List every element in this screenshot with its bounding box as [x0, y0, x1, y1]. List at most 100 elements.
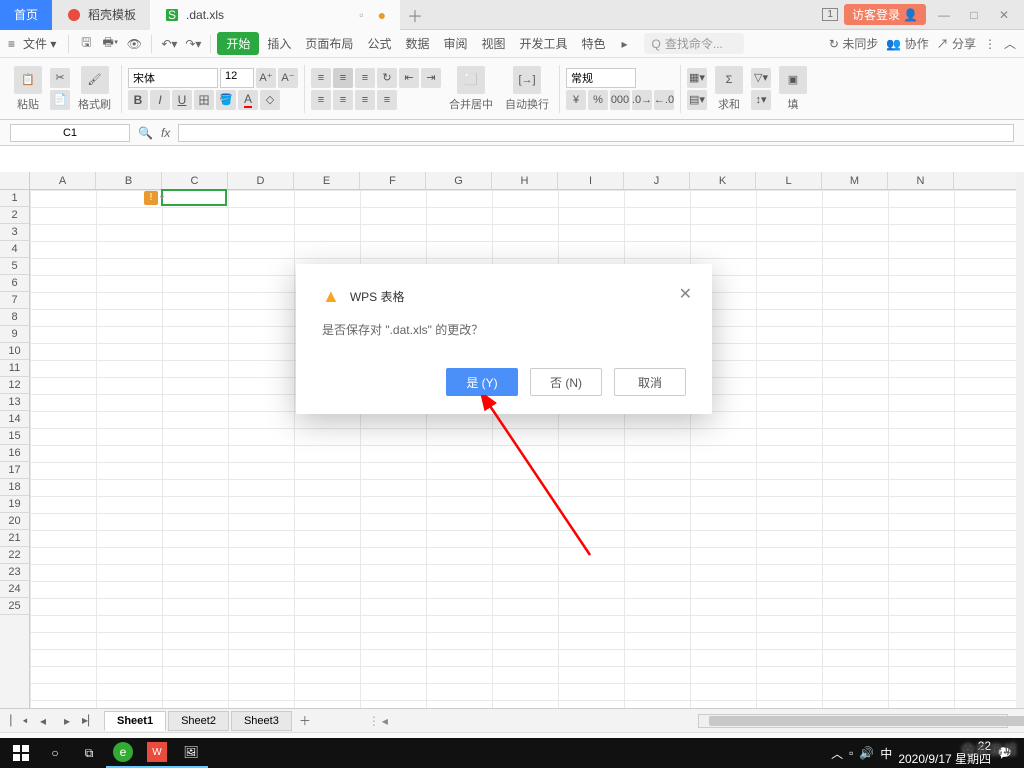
row-header-7[interactable]: 7: [0, 292, 29, 309]
name-box[interactable]: C1: [10, 124, 130, 142]
indent-left-icon[interactable]: ⇤: [399, 68, 419, 88]
clear-format-icon[interactable]: ◇: [260, 90, 280, 110]
paste-icon[interactable]: 📋: [14, 66, 42, 94]
menu-start[interactable]: 开始: [217, 32, 259, 55]
formula-input[interactable]: [178, 124, 1014, 142]
row-header-13[interactable]: 13: [0, 394, 29, 411]
menu-review[interactable]: 审阅: [437, 32, 473, 55]
size-select[interactable]: 12: [220, 68, 254, 88]
zoom-fx-icon[interactable]: 🔍: [138, 126, 153, 140]
unsync-button[interactable]: ↻ 未同步: [829, 35, 878, 52]
copy-icon[interactable]: 📄: [50, 90, 70, 110]
file-menu[interactable]: 文件 ▾: [17, 33, 62, 54]
row-header-24[interactable]: 24: [0, 581, 29, 598]
fill-icon[interactable]: ▣: [779, 66, 807, 94]
tab-add[interactable]: ＋: [400, 3, 430, 27]
fill-color-icon[interactable]: 🪣: [216, 90, 236, 110]
more-icon[interactable]: ▸: [614, 33, 636, 55]
first-sheet-icon[interactable]: ⎸◂: [8, 710, 30, 732]
cortana-icon[interactable]: ○: [38, 738, 72, 768]
row-header-10[interactable]: 10: [0, 343, 29, 360]
save-icon[interactable]: 🖫: [75, 33, 97, 55]
col-header-M[interactable]: M: [822, 172, 888, 189]
sheet-tab-3[interactable]: Sheet3: [231, 711, 292, 731]
col-header-G[interactable]: G: [426, 172, 492, 189]
orientation-icon[interactable]: ↻: [377, 68, 397, 88]
row-header-8[interactable]: 8: [0, 309, 29, 326]
bold-icon[interactable]: B: [128, 90, 148, 110]
row-header-12[interactable]: 12: [0, 377, 29, 394]
close-window-button[interactable]: ✕: [992, 3, 1016, 27]
currency-icon[interactable]: ¥: [566, 90, 586, 110]
select-all-corner[interactable]: [0, 172, 30, 190]
command-search[interactable]: Q查找命令...: [644, 33, 744, 54]
collapse-ribbon-icon[interactable]: ︿: [1004, 35, 1016, 52]
menu-formula[interactable]: 公式: [361, 32, 397, 55]
wps-taskbar-icon[interactable]: W: [140, 738, 174, 768]
horizontal-scrollbar[interactable]: [698, 714, 1008, 728]
col-header-L[interactable]: L: [756, 172, 822, 189]
sheet-tab-1[interactable]: Sheet1: [104, 711, 166, 731]
col-header-B[interactable]: B: [96, 172, 162, 189]
menu-icon[interactable]: ≡: [8, 37, 15, 51]
row-header-4[interactable]: 4: [0, 241, 29, 258]
menu-page[interactable]: 页面布局: [299, 32, 359, 55]
row-header-11[interactable]: 11: [0, 360, 29, 377]
minimize-button[interactable]: —: [932, 3, 956, 27]
menu-data[interactable]: 数据: [399, 32, 435, 55]
no-button[interactable]: 否 (N): [530, 368, 602, 396]
print-icon[interactable]: 🖶▾: [99, 33, 121, 55]
decrease-font-icon[interactable]: A⁻: [278, 68, 298, 88]
number-format-select[interactable]: 常规: [566, 68, 636, 88]
tab-template[interactable]: 稻壳模板: [52, 0, 150, 30]
next-sheet-icon[interactable]: ▸: [56, 710, 78, 732]
row-header-6[interactable]: 6: [0, 275, 29, 292]
col-header-F[interactable]: F: [360, 172, 426, 189]
percent-icon[interactable]: %: [588, 90, 608, 110]
prev-sheet-icon[interactable]: ◂: [32, 710, 54, 732]
more-menu-icon[interactable]: ⋮: [984, 37, 996, 51]
indent-right-icon[interactable]: ⇥: [421, 68, 441, 88]
italic-icon[interactable]: I: [150, 90, 170, 110]
collab-button[interactable]: 👥 协作: [886, 35, 928, 52]
menu-view[interactable]: 视图: [475, 32, 511, 55]
tray-expand-icon[interactable]: ︿: [831, 745, 843, 762]
login-button[interactable]: 访客登录 👤: [844, 4, 926, 25]
col-header-E[interactable]: E: [294, 172, 360, 189]
tab-home[interactable]: 首页: [0, 0, 52, 30]
row-header-5[interactable]: 5: [0, 258, 29, 275]
row-header-17[interactable]: 17: [0, 462, 29, 479]
ime-icon[interactable]: 中: [880, 745, 892, 762]
row-header-1[interactable]: 1: [0, 190, 29, 207]
volume-icon[interactable]: 🔊: [859, 746, 874, 760]
undo-icon[interactable]: ↶▾: [158, 33, 180, 55]
col-header-K[interactable]: K: [690, 172, 756, 189]
row-header-2[interactable]: 2: [0, 207, 29, 224]
col-header-D[interactable]: D: [228, 172, 294, 189]
active-cell[interactable]: [161, 189, 227, 206]
merge-icon[interactable]: ⬜: [457, 66, 485, 94]
redo-icon[interactable]: ↷▾: [182, 33, 204, 55]
window-indicator[interactable]: 1: [822, 8, 838, 21]
row-header-3[interactable]: 3: [0, 224, 29, 241]
col-header-C[interactable]: C: [162, 172, 228, 189]
last-sheet-icon[interactable]: ▸⎸: [80, 710, 102, 732]
cond-format-icon[interactable]: ▦▾: [687, 68, 707, 88]
dialog-close-button[interactable]: ✕: [679, 284, 692, 304]
row-header-18[interactable]: 18: [0, 479, 29, 496]
row-header-19[interactable]: 19: [0, 496, 29, 513]
preview-icon[interactable]: 👁: [123, 33, 145, 55]
col-header-J[interactable]: J: [624, 172, 690, 189]
start-menu-icon[interactable]: [4, 738, 38, 768]
menu-dev[interactable]: 开发工具: [514, 32, 574, 55]
align-middle-icon[interactable]: ≡: [333, 68, 353, 88]
browser-icon[interactable]: e: [106, 738, 140, 768]
row-header-14[interactable]: 14: [0, 411, 29, 428]
snip-icon[interactable]: 🖼: [174, 738, 208, 768]
maximize-button[interactable]: □: [962, 3, 986, 27]
taskview-icon[interactable]: ⧉: [72, 738, 106, 768]
font-select[interactable]: 宋体: [128, 68, 218, 88]
row-header-21[interactable]: 21: [0, 530, 29, 547]
network-icon[interactable]: ▫: [849, 746, 853, 760]
align-center-icon[interactable]: ≡: [333, 90, 353, 110]
